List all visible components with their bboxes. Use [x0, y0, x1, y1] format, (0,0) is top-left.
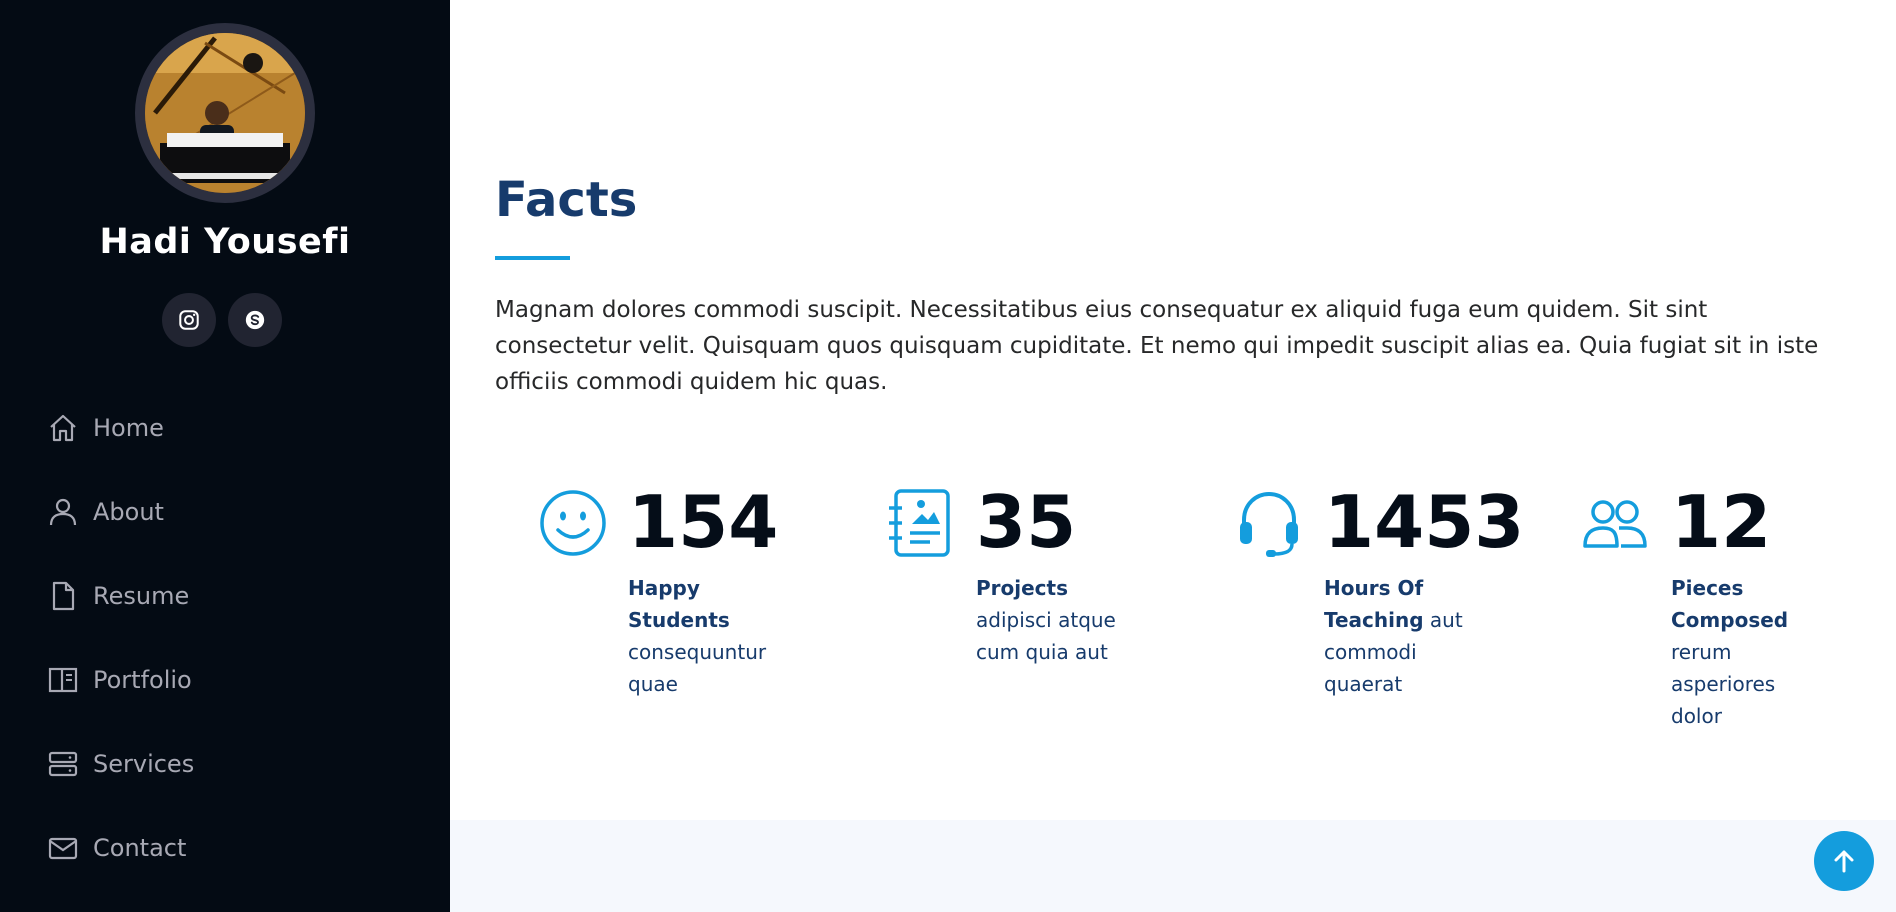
main-content: Facts Magnam dolores commodi suscipit. N…: [450, 0, 1896, 912]
nav-item-portfolio[interactable]: Portfolio: [47, 660, 192, 700]
fact-text: Pieces Composed rerum asperiores dolor: [1671, 572, 1821, 732]
skype-link[interactable]: [228, 293, 282, 347]
fact-happy-students: 154 Happy Students consequuntur quae: [538, 480, 798, 740]
profile-name: Hadi Yousefi: [99, 222, 351, 262]
fact-number: 1453: [1324, 480, 1525, 564]
nav-item-about[interactable]: About: [47, 492, 164, 532]
fact-number: 35: [976, 480, 1077, 564]
section-description: Magnam dolores commodi suscipit. Necessi…: [495, 297, 1819, 395]
file-icon: [52, 581, 75, 611]
fact-text: Projects adipisci atque cum quia aut: [976, 572, 1126, 668]
fact-label: Projects: [976, 576, 1069, 600]
instagram-link[interactable]: [162, 293, 216, 347]
back-to-top-button[interactable]: [1814, 831, 1874, 891]
next-section-background: [450, 820, 1896, 912]
skype-icon: [245, 310, 265, 330]
section-title: Facts: [495, 172, 638, 228]
profile-photo: [135, 23, 315, 203]
fact-projects: 35 Projects adipisci atque cum quia aut: [886, 480, 1146, 740]
fact-number: 12: [1671, 480, 1772, 564]
nav-item-contact[interactable]: Contact: [47, 828, 186, 868]
envelope-icon: [48, 837, 78, 860]
musician-at-piano-photo: [145, 33, 305, 193]
nav-label-portfolio: Portfolio: [93, 666, 192, 694]
nav-label-home: Home: [93, 414, 164, 442]
nav-label-about: About: [93, 498, 164, 526]
fact-label: Happy Students: [628, 576, 730, 632]
fact-text: Happy Students consequuntur quae: [628, 572, 778, 700]
emoji-smile-icon: [540, 490, 606, 556]
arrow-up-icon: [1834, 850, 1854, 873]
fact-pieces-composed: 12 Pieces Composed rerum asperiores dolo…: [1581, 480, 1841, 740]
sidebar: Hadi Yousefi Home About Resume Portfolio…: [0, 0, 450, 912]
fact-hours-of-teaching: 1453 Hours Of Teaching aut commodi quaer…: [1234, 480, 1524, 740]
journal-richtext-icon: [889, 489, 950, 557]
people-icon: [1583, 500, 1647, 548]
fact-text: Hours Of Teaching aut commodi quaerat: [1324, 572, 1474, 700]
fact-label: Pieces Composed: [1671, 576, 1789, 632]
fact-number: 154: [628, 480, 779, 564]
headset-icon: [1240, 491, 1298, 557]
nav-item-resume[interactable]: Resume: [47, 576, 189, 616]
title-underline: [495, 256, 570, 260]
nav-item-services[interactable]: Services: [47, 744, 194, 784]
nav-label-contact: Contact: [93, 834, 187, 862]
server-icon: [48, 751, 78, 777]
nav-label-services: Services: [93, 750, 195, 778]
fact-subtext: adipisci atque cum quia aut: [976, 608, 1116, 664]
instagram-icon: [179, 310, 199, 330]
nav-item-home[interactable]: Home: [47, 408, 164, 448]
fact-subtext: consequuntur quae: [628, 640, 767, 696]
person-icon: [49, 498, 77, 526]
book-half-icon: [48, 667, 78, 693]
fact-label: Hours Of Teaching: [1324, 576, 1424, 632]
fact-subtext: rerum asperiores dolor: [1671, 640, 1776, 728]
home-icon: [50, 414, 76, 442]
nav-label-resume: Resume: [93, 582, 190, 610]
